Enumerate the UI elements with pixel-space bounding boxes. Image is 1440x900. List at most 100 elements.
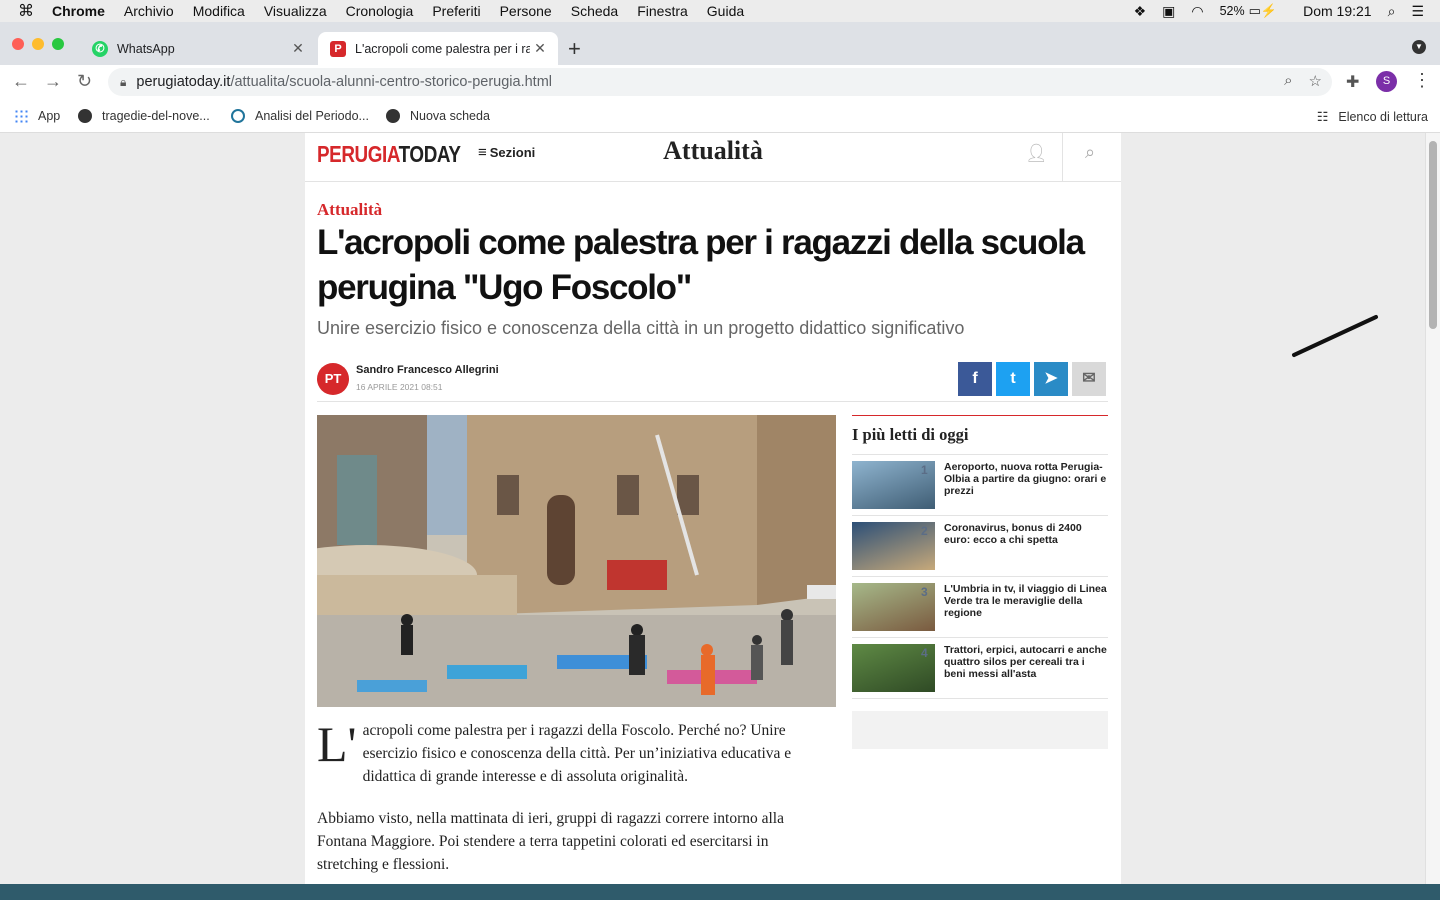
bookmark-label: App <box>38 109 61 123</box>
tab-search-icon[interactable]: ▼ <box>1412 40 1426 54</box>
back-arrow-icon[interactable]: ← <box>12 71 30 92</box>
most-read-item[interactable]: 1 Aeroporto, nuova rotta Perugia-Olbia a … <box>852 455 1108 516</box>
reading-list-label: Elenco di lettura <box>1338 110 1428 124</box>
lock-icon[interactable]: 🔒︎ <box>120 75 126 90</box>
clock[interactable]: Dom 19:21 <box>1303 3 1371 19</box>
control-center-icon[interactable]: ☰ <box>1411 3 1424 20</box>
globe-icon <box>78 109 92 123</box>
piazza-photo <box>317 415 836 707</box>
author-name[interactable]: Sandro Francesco Allegrini <box>356 364 499 376</box>
bookmark-analisi[interactable]: Analisi del Periodo... <box>231 109 369 123</box>
section-title: Attualità <box>663 136 763 165</box>
article-paragraph: L' acropoli come palestra per i ragazzi d… <box>317 716 792 785</box>
author-avatar: PT <box>317 363 349 395</box>
forward-arrow-icon[interactable]: → <box>44 71 62 92</box>
user-icon[interactable]: 👤︎ <box>1025 143 1048 164</box>
article-hero-image <box>317 415 836 707</box>
drawn-stroke <box>1292 315 1378 357</box>
tab-whatsapp[interactable]: ✆ WhatsApp ✕ <box>80 32 316 65</box>
minimize-window-button[interactable] <box>32 38 44 50</box>
most-read-title[interactable]: Aeroporto, nuova rotta Perugia-Olbia a p… <box>944 461 1108 497</box>
article-kicker[interactable]: Attualità <box>317 200 382 220</box>
menu-visualizza[interactable]: Visualizza <box>264 3 327 19</box>
extensions-puzzle-icon[interactable]: ✚ <box>1346 72 1359 92</box>
chrome-window: ✆ WhatsApp ✕ P L'acropoli come palestra … <box>0 22 1440 884</box>
byline: PT Sandro Francesco Allegrini 16 APRILE … <box>317 360 1108 402</box>
zoom-window-button[interactable] <box>52 38 64 50</box>
status-area: ❖ ▣ ◠ 52% ▭⚡ Dom 19:21 ⌕ ☰ <box>1134 0 1440 22</box>
close-tab-icon[interactable]: ✕ <box>288 40 308 57</box>
menu-scheda[interactable]: Scheda <box>571 3 618 19</box>
new-tab-button[interactable]: + <box>568 36 581 62</box>
menu-cronologia[interactable]: Cronologia <box>346 3 414 19</box>
whatsapp-icon: ✆ <box>92 40 108 57</box>
bookmark-tragedie[interactable]: tragedie-del-nove... <box>78 109 210 123</box>
wordpress-icon <box>231 109 245 123</box>
bookmark-apps[interactable]: App <box>14 109 60 123</box>
address-bar[interactable]: 🔒︎ perugiatoday.it/attualita/scuola-alun… <box>108 68 1332 96</box>
url-host: perugiatoday.it <box>136 74 231 90</box>
most-read-title[interactable]: Trattori, erpici, autocarri e anche quat… <box>944 644 1108 680</box>
battery-percent[interactable]: 52% <box>1220 4 1245 18</box>
page-viewport[interactable]: PERUGIATODAY ≡ Sezioni Attualità 👤︎ ⌕ Att… <box>0 133 1440 884</box>
profile-avatar[interactable]: S <box>1376 71 1397 92</box>
site-header: PERUGIATODAY ≡ Sezioni Attualità 👤︎ ⌕ <box>305 133 1121 182</box>
menu-finestra[interactable]: Finestra <box>637 3 688 19</box>
bookmark-nuova-scheda[interactable]: Nuova scheda <box>386 109 490 123</box>
bookmark-star-icon[interactable]: ☆ <box>1309 72 1322 90</box>
most-read-rank: 2 <box>921 524 928 538</box>
menu-archivio[interactable]: Archivio <box>124 3 174 19</box>
ad-placeholder <box>852 711 1108 749</box>
close-tab-icon[interactable]: ✕ <box>530 40 550 57</box>
reload-icon[interactable]: ↻ <box>77 71 92 92</box>
most-read-rank: 4 <box>921 646 928 660</box>
tab-perugiatoday[interactable]: P L'acropoli come palestra per i ragazzi… <box>318 32 558 65</box>
article-headline: L'acropoli come palestra per i ragazzi d… <box>317 223 1085 307</box>
reading-list-icon: ☷ <box>1316 109 1329 124</box>
apps-grid-icon <box>14 109 28 123</box>
menu-app-name[interactable]: Chrome <box>52 3 105 19</box>
desktop-wallpaper-strip <box>0 884 1440 900</box>
twitter-icon[interactable]: t <box>996 362 1030 396</box>
battery-icon[interactable]: ▭⚡ <box>1249 3 1277 19</box>
page-scrollbar[interactable] <box>1425 133 1440 884</box>
most-read-item[interactable]: 2 Coronavirus, bonus di 2400 euro: ecco a… <box>852 516 1108 577</box>
menu-preferiti[interactable]: Preferiti <box>432 3 480 19</box>
zoom-icon[interactable]: ⌕ <box>1284 72 1292 90</box>
most-read-item[interactable]: 4 Trattori, erpici, autocarri e anche qua… <box>852 638 1108 699</box>
dropbox-icon[interactable]: ❖ <box>1134 3 1147 20</box>
telegram-icon[interactable]: ➤ <box>1034 362 1068 396</box>
facebook-icon[interactable]: f <box>958 362 992 396</box>
bookmarks-bar: App tragedie-del-nove... Analisi del Per… <box>0 99 1440 133</box>
wifi-icon[interactable]: ◠ <box>1191 3 1203 20</box>
most-read-rank: 1 <box>921 463 928 477</box>
bookmark-label: Nuova scheda <box>410 109 490 123</box>
tab-strip: ✆ WhatsApp ✕ P L'acropoli come palestra … <box>0 22 1440 65</box>
scrollbar-thumb[interactable] <box>1429 141 1437 329</box>
publish-date: 16 APRILE 2021 08:51 <box>356 382 443 392</box>
perugiatoday-favicon-icon: P <box>330 40 346 57</box>
spotlight-icon[interactable]: ⌕ <box>1388 3 1396 20</box>
chrome-menu-icon[interactable]: ⋮ <box>1413 70 1431 91</box>
screen-recorder-icon[interactable]: ▣ <box>1162 3 1175 20</box>
drop-cap: L' <box>317 716 357 772</box>
reading-list-button[interactable]: ☷ Elenco di lettura <box>1317 109 1428 125</box>
most-read-sidebar: I più letti di oggi 1 Aeroporto, nuova ro… <box>852 415 1108 749</box>
most-read-title[interactable]: Coronavirus, bonus di 2400 euro: ecco a … <box>944 522 1108 546</box>
mail-icon[interactable]: ✉ <box>1072 362 1106 396</box>
article-paragraph: Abbiamo visto, nella mattinata di ieri, … <box>317 810 784 873</box>
search-icon[interactable]: ⌕ <box>1085 142 1095 163</box>
menu-persone[interactable]: Persone <box>500 3 552 19</box>
most-read-list: 1 Aeroporto, nuova rotta Perugia-Olbia a … <box>852 455 1108 699</box>
bookmark-label: tragedie-del-nove... <box>102 109 210 123</box>
menu-guida[interactable]: Guida <box>707 3 744 19</box>
tab-title: WhatsApp <box>117 41 175 56</box>
browser-toolbar: ← → ↻ 🔒︎ perugiatoday.it/attualita/scuol… <box>0 65 1440 99</box>
url-path: /attualita/scuola-alunni-centro-storico-… <box>230 74 553 90</box>
most-read-item[interactable]: 3 L'Umbria in tv, il viaggio di Linea Ver… <box>852 577 1108 638</box>
article-body: L' acropoli come palestra per i ragazzi d… <box>317 719 822 884</box>
most-read-title[interactable]: L'Umbria in tv, il viaggio di Linea Verd… <box>944 583 1108 619</box>
apple-menu-icon[interactable]: ⌘ <box>18 1 38 21</box>
close-window-button[interactable] <box>12 38 24 50</box>
menu-modifica[interactable]: Modifica <box>193 3 245 19</box>
